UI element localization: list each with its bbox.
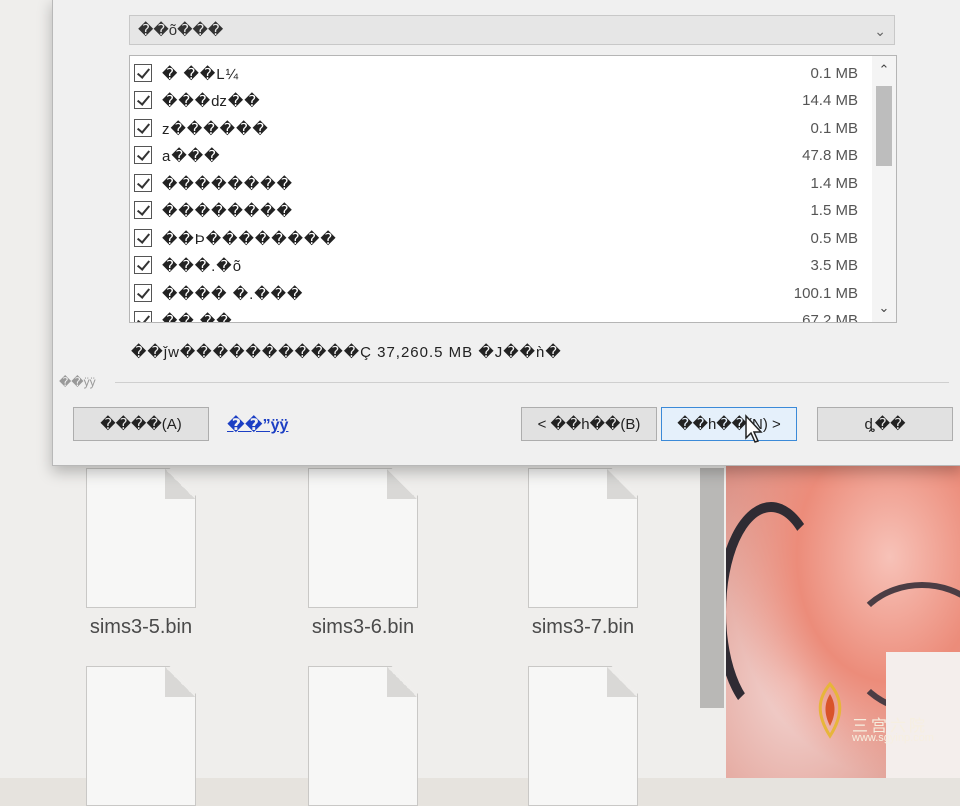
chevron-down-icon[interactable]: ⌄ <box>874 16 886 46</box>
component-name: � ��L¼ <box>162 66 240 83</box>
checkbox[interactable] <box>134 119 152 137</box>
component-size: 0.1 MB <box>810 65 858 82</box>
checkbox[interactable] <box>134 201 152 219</box>
component-size: 1.5 MB <box>810 202 858 219</box>
scrollbar-thumb[interactable] <box>876 86 892 166</box>
list-item[interactable]: ���ǳ�� 14.4 MB <box>130 87 870 114</box>
checkbox[interactable] <box>134 256 152 274</box>
component-size: 0.1 MB <box>810 120 858 137</box>
list-item[interactable]: a��� 47.8 MB <box>130 142 870 169</box>
install-type-select[interactable]: ��õ��� ⌄ <box>129 15 895 45</box>
watermark-logo-icon <box>818 681 842 739</box>
cancel-button[interactable]: ȡ�� <box>817 407 953 441</box>
checkbox[interactable] <box>134 174 152 192</box>
file-icon <box>528 666 638 806</box>
file-name: sims3-5.bin <box>89 616 193 638</box>
back-button[interactable]: < ��h��(B) <box>521 407 657 441</box>
component-size: 47.8 MB <box>802 147 858 164</box>
component-size: 67.2 MB <box>802 312 858 323</box>
component-name: �������� <box>162 176 294 193</box>
checkbox[interactable] <box>134 64 152 82</box>
custom-button[interactable]: ����(A) <box>73 407 209 441</box>
component-name: a��� <box>162 148 221 165</box>
mouse-cursor-icon <box>745 414 763 443</box>
next-button[interactable]: ��h��(N) > <box>661 407 797 441</box>
list-item[interactable]: �������� 1.4 MB <box>130 170 870 197</box>
component-name: ���ǳ�� <box>162 93 261 110</box>
list-scrollbar[interactable]: ⌃ ⌄ <box>872 56 896 322</box>
installer-brand-divider: ��ÿÿ <box>59 375 949 389</box>
install-type-value: ��õ��� <box>138 22 224 39</box>
checkbox[interactable] <box>134 284 152 302</box>
component-size: 100.1 MB <box>793 285 858 302</box>
chevron-up-icon[interactable]: ⌃ <box>872 60 896 80</box>
list-item[interactable]: ���.�õ 3.5 MB <box>130 252 870 279</box>
list-item[interactable]: z������ 0.1 MB <box>130 115 870 142</box>
file-icon <box>308 468 418 608</box>
file-name: sims3-7.bin <box>531 616 635 638</box>
explorer-scrollbar[interactable] <box>700 468 724 708</box>
file-icon <box>528 468 638 608</box>
checkbox[interactable] <box>134 229 152 247</box>
list-item[interactable]: �������� 1.5 MB <box>130 197 870 224</box>
component-name: z������ <box>162 121 269 138</box>
help-link[interactable]: ��”ÿÿ <box>227 415 288 435</box>
file-icon <box>308 666 418 806</box>
list-item[interactable]: � ��L¼ 0.1 MB <box>130 60 870 87</box>
list-item[interactable]: ��.�� 67.2 MB <box>130 307 870 323</box>
component-name: ��Þ�������� <box>162 231 337 248</box>
component-name: ��.�� <box>162 313 233 323</box>
component-name: �������� <box>162 203 294 220</box>
file-icon <box>86 468 196 608</box>
list-item[interactable]: ��Þ�������� 0.5 MB <box>130 225 870 252</box>
installer-dialog: ��õ��� ⌄ � ��L¼ 0.1 MB ���ǳ�� 14.4 MB z�… <box>52 0 960 466</box>
component-size: 14.4 MB <box>802 92 858 109</box>
component-size: 0.5 MB <box>810 230 858 247</box>
disk-space-info: ��ǰw�����������Ç 37,260.5 MB �J��ǹ� <box>131 344 562 361</box>
checkbox[interactable] <box>134 311 152 322</box>
component-size: 3.5 MB <box>810 257 858 274</box>
component-list[interactable]: � ��L¼ 0.1 MB ���ǳ�� 14.4 MB z������ 0.1… <box>129 55 897 323</box>
chevron-down-icon[interactable]: ⌄ <box>872 298 896 318</box>
watermark-url: www.sgyinp.com <box>852 732 934 744</box>
component-size: 1.4 MB <box>810 175 858 192</box>
list-item[interactable]: ���� �.��� 100.1 MB <box>130 280 870 307</box>
file-name: sims3-6.bin <box>311 616 415 638</box>
checkbox[interactable] <box>134 91 152 109</box>
component-name: ���.�õ <box>162 258 243 275</box>
checkbox[interactable] <box>134 146 152 164</box>
component-name: ���� �.��� <box>162 286 304 303</box>
brand-label: ��ÿÿ <box>59 375 100 389</box>
file-icon <box>86 666 196 806</box>
